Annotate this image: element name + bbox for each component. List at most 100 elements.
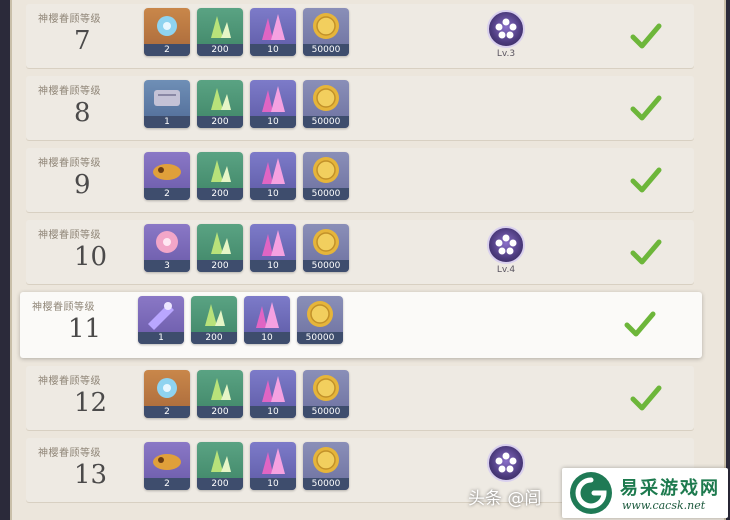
level-reward[interactable]: Lv.3	[484, 10, 528, 59]
source-watermark: 头条 @闾	[468, 489, 542, 509]
reward-item[interactable]: 50000	[303, 224, 349, 272]
claimed-check-icon	[624, 310, 656, 338]
site-logo-url: www.cacsk.net	[622, 499, 706, 512]
item-quantity: 3	[144, 260, 190, 272]
item-quantity: 50000	[303, 188, 349, 200]
reward-item[interactable]: 50000	[303, 152, 349, 200]
blue-flower-icon	[157, 16, 177, 36]
purple-crystal-icon	[262, 230, 285, 256]
reward-item[interactable]: 200	[197, 152, 243, 200]
item-quantity: 10	[244, 332, 290, 344]
green-crystal-icon	[211, 16, 231, 38]
mora-coin-icon	[313, 447, 339, 473]
item-quantity: 10	[250, 406, 296, 418]
reward-items: 1 200 10 50000	[138, 296, 343, 344]
mora-coin-icon	[313, 375, 339, 401]
reward-item[interactable]: 200	[197, 80, 243, 128]
reward-row: 神樱眷顾等级 9 2 200 10 50000	[26, 148, 694, 212]
item-quantity: 10	[250, 478, 296, 490]
reward-items: 2 200 10 50000	[144, 442, 349, 490]
purple-crystal-icon	[262, 448, 285, 474]
reward-item[interactable]: 50000	[303, 442, 349, 490]
level-label: 神樱眷顾等级	[38, 86, 101, 97]
item-quantity: 10	[250, 116, 296, 128]
reward-item[interactable]: 200	[197, 224, 243, 272]
item-quantity: 10	[250, 260, 296, 272]
level-label: 神樱眷顾等级	[38, 448, 101, 459]
reward-row: 神樱眷顾等级 11 1 200 10 50000	[20, 292, 702, 358]
purple-crystal-icon	[262, 14, 285, 40]
reward-level-label: Lv.4	[496, 265, 516, 275]
level-reward[interactable]: Lv.4	[484, 226, 528, 275]
reward-item[interactable]: 200	[197, 442, 243, 490]
item-quantity: 200	[191, 332, 237, 344]
green-crystal-icon	[211, 232, 231, 254]
reward-item[interactable]: 2	[144, 152, 190, 200]
reward-item[interactable]: 50000	[303, 8, 349, 56]
reward-item[interactable]: 10	[250, 370, 296, 418]
claimed-check-icon	[630, 384, 662, 412]
reward-item[interactable]: 10	[250, 224, 296, 272]
item-quantity: 50000	[303, 116, 349, 128]
reward-item[interactable]: 1	[138, 296, 184, 344]
reward-item[interactable]: 200	[191, 296, 237, 344]
reward-item[interactable]: 50000	[297, 296, 343, 344]
reward-item[interactable]: 2	[144, 370, 190, 418]
sakura-emblem-icon	[487, 10, 525, 48]
reward-item[interactable]: 10	[244, 296, 290, 344]
item-quantity: 1	[144, 116, 190, 128]
reward-items: 2 200 10 50000	[144, 370, 349, 418]
reward-row: 神樱眷顾等级 12 2 200 10 50000	[26, 366, 694, 430]
level-label: 神樱眷顾等级	[38, 14, 101, 25]
reward-level-label: Lv.3	[496, 49, 516, 59]
pink-flower-icon	[156, 231, 178, 253]
fish-food-icon	[153, 164, 181, 180]
item-quantity: 200	[197, 188, 243, 200]
purple-crystal-icon	[262, 158, 285, 184]
level-number: 9	[74, 170, 91, 200]
mora-coin-icon	[313, 157, 339, 183]
level-number: 11	[68, 314, 102, 344]
level-number: 8	[74, 98, 91, 128]
reward-item[interactable]: 10	[250, 8, 296, 56]
item-quantity: 2	[144, 406, 190, 418]
reward-item[interactable]: 10	[250, 80, 296, 128]
green-crystal-icon	[211, 88, 231, 110]
item-quantity: 200	[197, 116, 243, 128]
green-crystal-icon	[205, 304, 225, 326]
blue-flower-icon	[157, 378, 177, 398]
item-quantity: 200	[197, 44, 243, 56]
reward-item[interactable]: 50000	[303, 370, 349, 418]
reward-item[interactable]: 50000	[303, 80, 349, 128]
level-number: 13	[74, 460, 108, 490]
purple-crystal-icon	[262, 86, 285, 112]
reward-item[interactable]: 2	[144, 442, 190, 490]
item-quantity: 1	[138, 332, 184, 344]
mora-coin-icon	[307, 301, 333, 327]
reward-row: 神樱眷顾等级 7 2 200 10 50000 Lv.3	[26, 4, 694, 68]
claimed-check-icon	[630, 166, 662, 194]
level-reward[interactable]	[484, 444, 528, 483]
sakura-emblem-icon	[487, 444, 525, 482]
reward-row: 神樱眷顾等级 8 1 200 10 50000	[26, 76, 694, 140]
item-quantity: 200	[197, 406, 243, 418]
reward-item[interactable]: 1	[144, 80, 190, 128]
item-quantity: 50000	[303, 478, 349, 490]
reward-item[interactable]: 200	[197, 8, 243, 56]
level-label: 神樱眷顾等级	[32, 302, 95, 313]
reward-item[interactable]: 3	[144, 224, 190, 272]
reward-item[interactable]: 2	[144, 8, 190, 56]
reward-item[interactable]: 200	[197, 370, 243, 418]
mora-coin-icon	[313, 13, 339, 39]
reward-item[interactable]: 10	[250, 152, 296, 200]
level-label: 神樱眷顾等级	[38, 158, 101, 169]
item-quantity: 200	[197, 478, 243, 490]
site-logo: 易采游戏网 www.cacsk.net	[562, 468, 728, 518]
level-label: 神樱眷顾等级	[38, 230, 101, 241]
reward-item[interactable]: 10	[250, 442, 296, 490]
item-quantity: 2	[144, 44, 190, 56]
reward-items: 2 200 10 50000	[144, 152, 349, 200]
claimed-check-icon	[630, 22, 662, 50]
scroll-icon	[154, 90, 180, 106]
item-quantity: 50000	[297, 332, 343, 344]
